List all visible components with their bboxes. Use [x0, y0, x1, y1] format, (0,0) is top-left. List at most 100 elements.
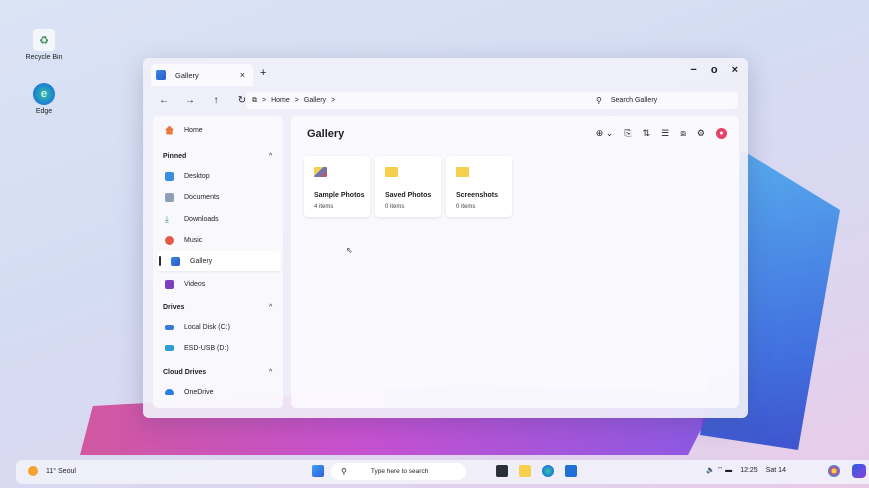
folder-item-count: 0 items [456, 204, 476, 210]
sort-icon[interactable]: ⇅ [643, 128, 651, 139]
sidebar-item-label: Gallery [190, 257, 213, 265]
folder-name: Saved Photos [385, 192, 432, 199]
taskbar: 11° Seoul ⚲ Type here to search 🔈 ⌔ ▬ 12… [16, 460, 869, 484]
sidebar-item-local-disk[interactable]: Local Disk (C:) [153, 317, 283, 337]
sidebar-item-label: Music [184, 236, 203, 244]
folder-card-saved-photos[interactable]: Saved Photos 0 items [375, 156, 441, 217]
sidebar-item-label: Home [184, 126, 203, 134]
record-icon[interactable]: ● [716, 128, 727, 139]
sidebar-item-documents[interactable]: Documents [153, 187, 283, 207]
up-arrow-icon[interactable]: ↑ [203, 95, 229, 106]
content-pane: Gallery ⊕ ⌄ ⎘ ⇅ ☰ ⧈ ⚙ ● Sample Photos 4 … [291, 116, 739, 408]
mouse-cursor-icon: ⇖ [346, 246, 353, 255]
desktop-icon [165, 171, 174, 181]
window-controls: − o × [690, 64, 738, 76]
search-icon: ⚲ [341, 467, 347, 476]
tab-close-icon[interactable]: × [240, 70, 245, 80]
tab-gallery[interactable]: Gallery × [151, 64, 253, 86]
search-input[interactable]: ⚲ Search Gallery [588, 92, 738, 109]
search-placeholder: Search Gallery [610, 97, 658, 104]
start-button[interactable] [312, 465, 324, 477]
sound-wifi-battery-icons[interactable]: 🔈 ⌔ ▬ [706, 466, 732, 475]
desktop-icon-label: Recycle Bin [25, 54, 63, 61]
sidebar-item-usb-drive[interactable]: ESD-USB (D:) [153, 338, 283, 358]
folder-card-sample-photos[interactable]: Sample Photos 4 items [304, 156, 370, 217]
weather-sun-icon [28, 466, 38, 476]
sidebar-item-label: Desktop [184, 172, 210, 180]
new-tab-button[interactable]: + [260, 67, 266, 79]
page-title: Gallery [307, 128, 345, 140]
sidebar: Home Pinned ^ Desktop Documents ⤓ Downlo… [153, 116, 283, 408]
desktop-icon-recycle-bin[interactable]: ♻ Recycle Bin [19, 29, 69, 61]
maximize-button[interactable]: o [711, 64, 718, 76]
cloud-icon [165, 389, 174, 395]
sidebar-item-gallery[interactable]: Gallery [157, 251, 281, 271]
task-view-icon[interactable] [496, 465, 508, 477]
sidebar-item-music[interactable]: Music [153, 230, 283, 250]
image-icon[interactable]: ⧈ [680, 128, 686, 139]
home-icon [165, 125, 174, 135]
sidebar-item-onedrive[interactable]: OneDrive [153, 382, 283, 402]
sidebar-section-drives[interactable]: Drives [163, 304, 184, 311]
file-explorer-icon[interactable] [519, 465, 531, 477]
back-arrow-icon[interactable]: ← [151, 95, 177, 106]
chevron-up-icon[interactable]: ^ [269, 369, 272, 376]
edge-icon[interactable] [542, 465, 554, 477]
copy-icon[interactable]: ⎘ [624, 128, 631, 139]
weather-widget[interactable]: 11° Seoul [28, 466, 76, 476]
recycle-bin-icon: ♻ [33, 29, 55, 51]
download-icon: ⤓ [165, 213, 169, 224]
clock-date[interactable]: Sat 14 [766, 467, 786, 474]
folder-item-count: 0 items [385, 204, 405, 210]
videos-icon [165, 279, 174, 289]
tab-bar: Gallery × + − o × [143, 58, 748, 88]
chevron-up-icon[interactable]: ^ [269, 304, 272, 311]
search-icon: ⚲ [596, 96, 602, 105]
folder-card-screenshots[interactable]: Screenshots 0 items [446, 156, 512, 217]
sidebar-item-desktop[interactable]: Desktop [153, 166, 283, 186]
chevron-up-icon[interactable]: ^ [269, 153, 272, 160]
breadcrumb[interactable]: ⧉ > Home > Gallery > [246, 92, 594, 109]
navigation-bar: ← → ↑ ↻ ⧉ > Home > Gallery > ⚲ Search Ga… [151, 89, 740, 111]
desktop-icon-edge[interactable]: e Edge [19, 83, 69, 115]
breadcrumb-home[interactable]: Home [271, 97, 290, 104]
edge-icon: e [33, 83, 55, 105]
documents-icon [165, 192, 174, 202]
drive-icon [165, 324, 174, 330]
copilot-icon[interactable] [852, 464, 866, 478]
folder-icon [385, 167, 398, 177]
gallery-icon [156, 70, 166, 80]
breadcrumb-gallery[interactable]: Gallery [304, 97, 326, 104]
selection-indicator [159, 256, 161, 266]
forward-arrow-icon[interactable]: → [177, 95, 203, 106]
breadcrumb-separator: > [331, 97, 336, 104]
sidebar-item-downloads[interactable]: ⤓ Downloads [153, 209, 283, 229]
system-tray: 🔈 ⌔ ▬ 12:25 Sat 14 [706, 466, 786, 475]
sidebar-item-label: Documents [184, 193, 220, 201]
add-icon[interactable]: ⊕ ⌄ [596, 128, 614, 139]
sidebar-item-home[interactable]: Home [153, 120, 283, 140]
folder-icon [314, 167, 327, 177]
settings-icon[interactable]: ⚙ [697, 128, 705, 139]
close-button[interactable]: × [732, 64, 738, 76]
sidebar-section-pinned[interactable]: Pinned [163, 153, 186, 160]
file-explorer-window: Gallery × + − o × ← → ↑ ↻ ⧉ > Home > Gal… [143, 58, 748, 418]
store-icon[interactable] [565, 465, 577, 477]
minimize-button[interactable]: − [690, 64, 696, 76]
folder-name: Sample Photos [314, 192, 365, 199]
sidebar-item-label: Videos [184, 280, 206, 288]
clock-time[interactable]: 12:25 [740, 467, 758, 474]
taskbar-search-input[interactable]: ⚲ Type here to search [331, 463, 466, 480]
view-icon: ⧉ [252, 96, 257, 104]
taskbar-search-placeholder: Type here to search [370, 468, 429, 475]
folder-item-count: 4 items [314, 204, 334, 210]
sidebar-section-cloud-drives[interactable]: Cloud Drives [163, 369, 206, 376]
sidebar-item-label: ESD-USB (D:) [184, 344, 229, 352]
desktop-icon-label: Edge [35, 108, 53, 115]
content-toolbar: ⊕ ⌄ ⎘ ⇅ ☰ ⧈ ⚙ ● [596, 128, 727, 139]
sidebar-item-label: Local Disk (C:) [184, 323, 230, 331]
breadcrumb-separator: > [294, 97, 299, 104]
widgets-icon[interactable] [828, 465, 840, 477]
view-list-icon[interactable]: ☰ [661, 128, 669, 139]
sidebar-item-videos[interactable]: Videos [153, 274, 283, 294]
